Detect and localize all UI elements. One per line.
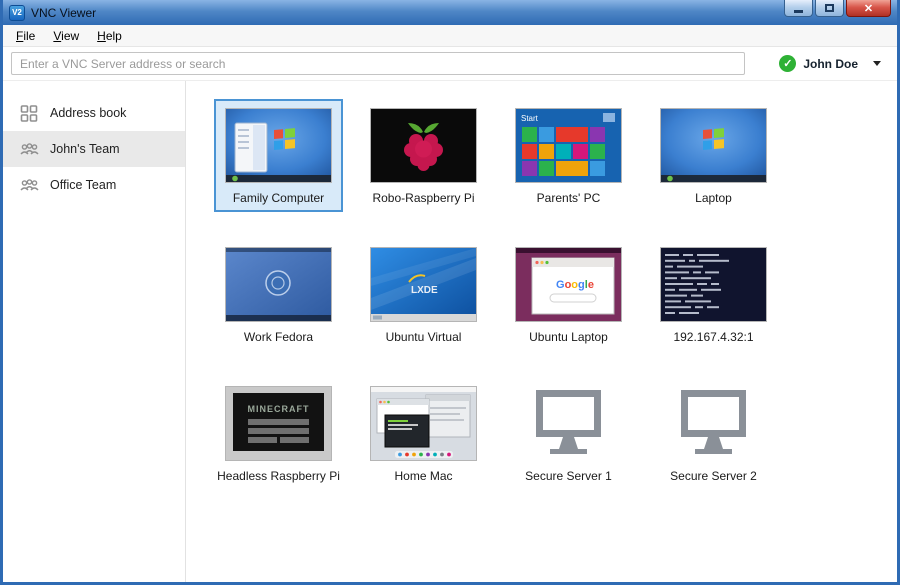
connections-grid: Family Computer Robo-Raspberry Pi Start Par… [186, 81, 897, 582]
connection-label: Secure Server 1 [525, 469, 612, 483]
close-button[interactable]: ✕ [846, 0, 891, 17]
menu-file[interactable]: File [7, 26, 44, 46]
connection-label: Ubuntu Virtual [386, 330, 462, 344]
sidebar-item-label: Office Team [50, 178, 116, 192]
monitor-placeholder-thumbnail [516, 387, 621, 460]
titlebar[interactable]: V2 VNC Viewer ✕ [3, 0, 897, 25]
team-icon [19, 175, 39, 195]
connection-tile-secure-server-1[interactable]: Secure Server 1 [504, 377, 633, 490]
connection-label: Ubuntu Laptop [529, 330, 608, 344]
svg-text:MINECRAFT: MINECRAFT [248, 404, 310, 414]
svg-text:Start: Start [521, 114, 539, 123]
minecraft-screen-thumbnail: MINECRAFT [226, 387, 331, 460]
account-menu[interactable]: ✓ John Doe [779, 55, 885, 72]
menu-view[interactable]: View [44, 26, 88, 46]
connection-label: Family Computer [233, 191, 324, 205]
raspberry-pi-logo-thumbnail [371, 109, 476, 182]
connection-label: Home Mac [394, 469, 452, 483]
connection-label: Work Fedora [244, 330, 313, 344]
connection-tile-headless-raspberry-pi[interactable]: MINECRAFT Headless Raspberry Pi [205, 377, 352, 490]
team-icon [19, 139, 39, 159]
windows8-start-thumbnail: Start [516, 109, 621, 182]
sidebar-item-john-s-team[interactable]: John's Team [3, 131, 185, 167]
connection-tile-ubuntu-laptop[interactable]: Google Ubuntu Laptop [504, 238, 633, 351]
connection-tile-parents-pc[interactable]: Start Parents' PC [504, 99, 633, 212]
connection-label: Robo-Raspberry Pi [372, 191, 474, 205]
green-check-icon: ✓ [779, 55, 796, 72]
vnc-logo-icon: V2 [9, 5, 25, 21]
connection-label: 192.167.4.32:1 [673, 330, 753, 344]
ubuntu-browser-thumbnail: Google [516, 248, 621, 321]
maximize-icon [825, 4, 834, 12]
terminal-text-thumbnail [661, 248, 766, 321]
connection-tile-home-mac[interactable]: Home Mac [359, 377, 488, 490]
menu-help[interactable]: Help [88, 26, 131, 46]
minimize-button[interactable] [784, 0, 813, 17]
windows7-desktop-startmenu-thumbnail [226, 109, 331, 182]
connection-label: Laptop [695, 191, 732, 205]
maximize-button[interactable] [815, 0, 844, 17]
connection-label: Headless Raspberry Pi [217, 469, 340, 483]
vnc-viewer-window: V2 VNC Viewer ✕ File View Help ✓ John Do… [0, 0, 900, 585]
window-title: VNC Viewer [31, 6, 96, 20]
window-controls: ✕ [784, 0, 891, 17]
address-book-grid-icon [19, 103, 39, 123]
sidebar-item-office-team[interactable]: Office Team [3, 167, 185, 203]
server-address-input[interactable] [11, 52, 745, 75]
sidebar-item-address-book[interactable]: Address book [3, 95, 185, 131]
account-name: John Doe [803, 57, 858, 71]
connection-tile-192-167-4-32-1[interactable]: 192.167.4.32:1 [649, 238, 778, 351]
connection-label: Parents' PC [537, 191, 601, 205]
chevron-down-icon [873, 61, 881, 66]
connection-tile-work-fedora[interactable]: Work Fedora [214, 238, 343, 351]
toolbar: ✓ John Doe [3, 47, 897, 80]
minimize-icon [794, 10, 803, 13]
mac-desktop-thumbnail [371, 387, 476, 460]
monitor-placeholder-thumbnail [661, 387, 766, 460]
windows7-desktop-thumbnail [661, 109, 766, 182]
connection-label: Secure Server 2 [670, 469, 757, 483]
fedora-desktop-thumbnail [226, 248, 331, 321]
connection-tile-family-computer[interactable]: Family Computer [214, 99, 343, 212]
sidebar: Address book John's Team Office Team [3, 81, 186, 582]
menubar: File View Help [3, 25, 897, 47]
lxde-desktop-thumbnail: LXDE [371, 248, 476, 321]
svg-text:LXDE: LXDE [411, 285, 438, 296]
connection-tile-secure-server-2[interactable]: Secure Server 2 [649, 377, 778, 490]
connection-tile-robo-raspberry-pi[interactable]: Robo-Raspberry Pi [359, 99, 488, 212]
sidebar-item-label: John's Team [50, 142, 120, 156]
connection-tile-ubuntu-virtual[interactable]: LXDE Ubuntu Virtual [359, 238, 488, 351]
connection-tile-laptop[interactable]: Laptop [649, 99, 778, 212]
body: Address book John's Team Office Team Famil… [3, 80, 897, 582]
svg-text:Google: Google [556, 279, 594, 291]
sidebar-item-label: Address book [50, 106, 126, 120]
